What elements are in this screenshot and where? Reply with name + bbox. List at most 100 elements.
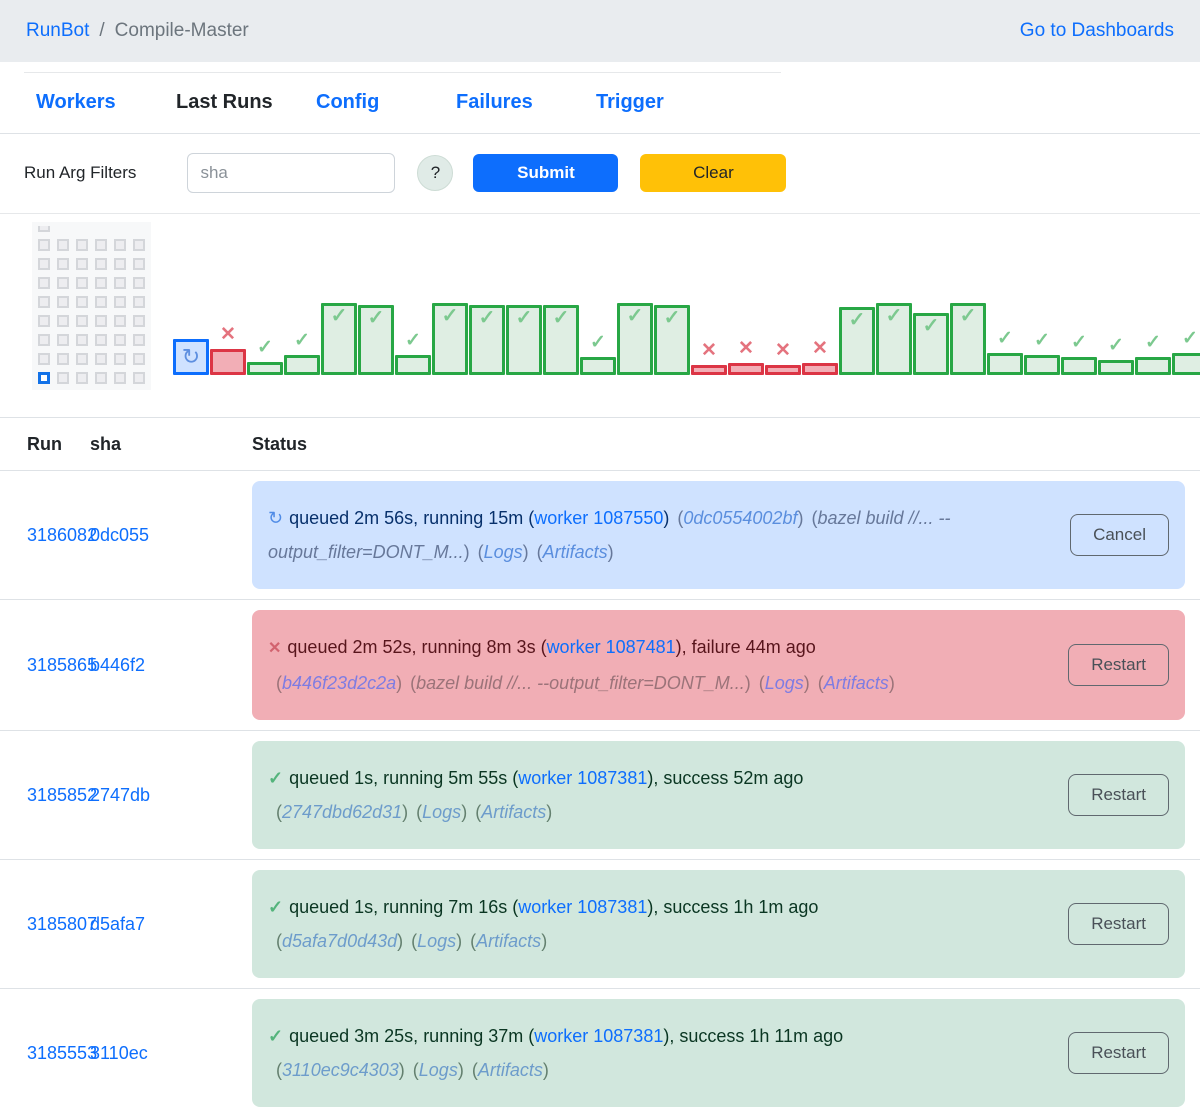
full-sha-link[interactable]: 0dc0554002bf <box>683 508 797 528</box>
worker-link[interactable]: worker 1087381 <box>518 768 647 788</box>
minimap-cell[interactable] <box>57 239 69 251</box>
restart-button[interactable]: Restart <box>1068 1032 1169 1074</box>
history-bar[interactable]: ✓ <box>358 305 394 375</box>
minimap-cell[interactable] <box>133 296 145 308</box>
history-bar[interactable] <box>580 357 616 375</box>
minimap-cell[interactable] <box>114 334 126 346</box>
logs-link[interactable]: Logs <box>765 673 804 693</box>
minimap-cell[interactable] <box>133 372 145 384</box>
history-bar[interactable]: ✓ <box>432 303 468 375</box>
history-bar[interactable] <box>1098 360 1134 375</box>
logs-link[interactable]: Logs <box>419 1060 458 1080</box>
minimap-cell[interactable] <box>38 258 50 270</box>
minimap-cell[interactable] <box>133 334 145 346</box>
history-bar[interactable] <box>728 363 764 375</box>
minimap-cell[interactable] <box>38 315 50 327</box>
history-bar[interactable]: ✓ <box>543 305 579 375</box>
history-bar[interactable] <box>1135 357 1171 375</box>
sha-link[interactable]: 0dc055 <box>90 525 149 545</box>
minimap-cell[interactable] <box>133 315 145 327</box>
artifacts-link[interactable]: Artifacts <box>476 931 541 951</box>
full-sha-link[interactable]: d5afa7d0d43d <box>282 931 397 951</box>
minimap-cell[interactable] <box>95 258 107 270</box>
minimap-cell[interactable] <box>114 353 126 365</box>
minimap-cell[interactable] <box>133 353 145 365</box>
restart-button[interactable]: Restart <box>1068 644 1169 686</box>
restart-button[interactable]: Restart <box>1068 774 1169 816</box>
history-bar[interactable] <box>987 353 1023 375</box>
minimap-active-cell[interactable] <box>38 372 50 384</box>
sha-link[interactable]: 3110ec <box>90 1043 148 1063</box>
minimap-cell[interactable] <box>114 239 126 251</box>
minimap-cell[interactable] <box>133 239 145 251</box>
run-link[interactable]: 3185865 <box>27 655 97 675</box>
tab-trigger[interactable]: Trigger <box>596 91 736 114</box>
minimap-cell[interactable] <box>95 277 107 289</box>
history-bar[interactable]: ✓ <box>950 303 986 375</box>
minimap-cell[interactable] <box>76 334 88 346</box>
history-bar[interactable] <box>1061 357 1097 375</box>
minimap-cell[interactable] <box>57 372 69 384</box>
tab-workers[interactable]: Workers <box>36 91 176 114</box>
logs-link[interactable]: Logs <box>484 542 523 562</box>
run-arg-filter-input[interactable] <box>187 153 395 193</box>
minimap-cell[interactable] <box>95 372 107 384</box>
minimap-cell[interactable] <box>38 277 50 289</box>
minimap-cell[interactable] <box>114 296 126 308</box>
run-link[interactable]: 3185553 <box>27 1043 97 1063</box>
history-bar[interactable]: ✓ <box>839 307 875 375</box>
minimap-cell[interactable] <box>95 334 107 346</box>
minimap-cell[interactable] <box>114 315 126 327</box>
minimap-cell[interactable] <box>95 296 107 308</box>
artifacts-link[interactable]: Artifacts <box>824 673 889 693</box>
minimap-cell[interactable] <box>95 315 107 327</box>
history-bar[interactable] <box>284 355 320 375</box>
history-bar[interactable] <box>395 355 431 375</box>
history-bar[interactable]: ✓ <box>876 303 912 375</box>
tab-last-runs[interactable]: Last Runs <box>176 91 316 114</box>
history-bar[interactable] <box>247 362 283 375</box>
submit-button[interactable]: Submit <box>473 154 618 192</box>
minimap-cell[interactable] <box>76 239 88 251</box>
minimap-cell[interactable] <box>95 353 107 365</box>
minimap-cell[interactable] <box>57 258 69 270</box>
cancel-button[interactable]: Cancel <box>1070 514 1169 556</box>
tab-config[interactable]: Config <box>316 91 456 114</box>
history-bar[interactable] <box>1172 353 1200 375</box>
worker-link[interactable]: worker 1087481 <box>547 637 676 657</box>
breadcrumb-brand-link[interactable]: RunBot <box>26 20 89 42</box>
go-to-dashboards-link[interactable]: Go to Dashboards <box>1020 20 1174 42</box>
minimap-cell[interactable] <box>76 372 88 384</box>
full-sha-link[interactable]: b446f23d2c2a <box>282 673 396 693</box>
artifacts-link[interactable]: Artifacts <box>478 1060 543 1080</box>
full-sha-link[interactable]: 2747dbd62d31 <box>282 802 402 822</box>
minimap-cell[interactable] <box>133 258 145 270</box>
logs-link[interactable]: Logs <box>422 802 461 822</box>
clear-button[interactable]: Clear <box>640 154 786 192</box>
minimap-cell[interactable] <box>57 277 69 289</box>
history-bar[interactable]: ✓ <box>617 303 653 375</box>
minimap-cell[interactable] <box>76 315 88 327</box>
worker-link[interactable]: worker 1087381 <box>534 1026 663 1046</box>
run-link[interactable]: 3186082 <box>27 525 97 545</box>
history-bar[interactable]: ✓ <box>469 305 505 375</box>
sha-link[interactable]: 2747db <box>90 785 150 805</box>
history-bar[interactable] <box>210 349 246 375</box>
minimap-cell[interactable] <box>114 277 126 289</box>
full-sha-link[interactable]: 3110ec9c4303 <box>282 1060 399 1080</box>
history-bar[interactable]: ↻ <box>173 339 209 375</box>
minimap-cell[interactable] <box>114 372 126 384</box>
history-bar[interactable]: ✓ <box>654 305 690 375</box>
help-button[interactable]: ? <box>417 155 453 191</box>
restart-button[interactable]: Restart <box>1068 903 1169 945</box>
minimap-cell[interactable] <box>133 277 145 289</box>
minimap-cell[interactable] <box>114 258 126 270</box>
run-link[interactable]: 3185807 <box>27 914 97 934</box>
history-bar[interactable]: ✓ <box>506 305 542 375</box>
minimap-cell[interactable] <box>57 334 69 346</box>
history-bar[interactable] <box>765 365 801 375</box>
history-bar[interactable] <box>802 363 838 375</box>
minimap-cell[interactable] <box>38 296 50 308</box>
minimap-cell[interactable] <box>38 353 50 365</box>
worker-link[interactable]: worker 1087550 <box>534 508 663 528</box>
